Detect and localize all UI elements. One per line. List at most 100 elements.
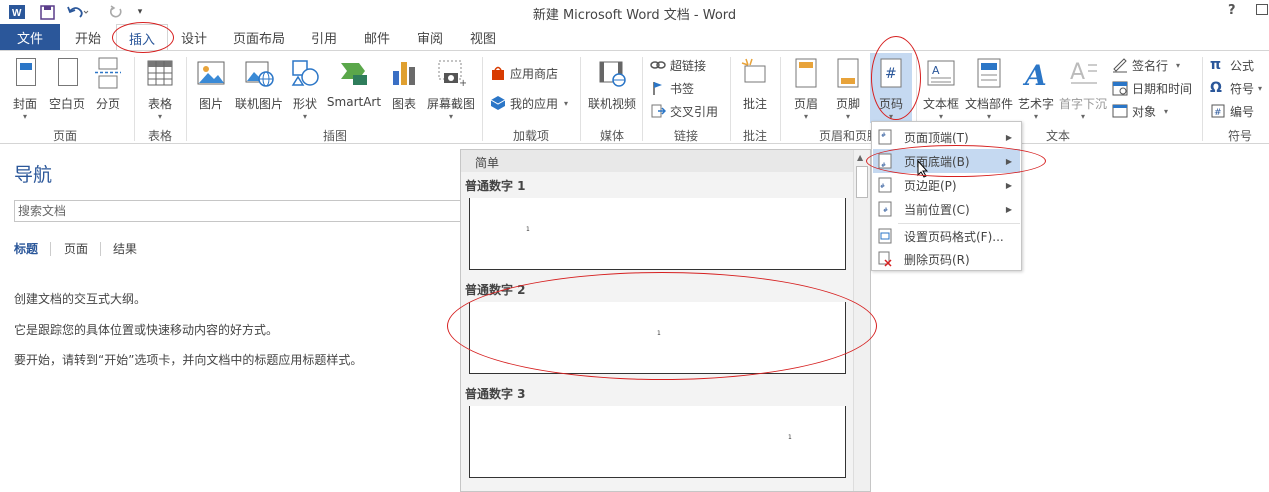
svg-text:#: # — [880, 183, 885, 190]
app-store-button[interactable]: 应用商店 — [490, 63, 558, 83]
symbol-button[interactable]: Ω 符号 ▾ — [1210, 78, 1262, 98]
chart-icon — [389, 57, 419, 89]
nav-tab-pages[interactable]: 页面 — [64, 240, 88, 257]
group-separator — [186, 57, 187, 141]
comment-button[interactable]: 批注 — [736, 53, 774, 123]
object-button[interactable]: 对象 ▾ — [1112, 101, 1168, 121]
group-label-text: 文本 — [1045, 129, 1070, 143]
number-icon: # — [1210, 103, 1226, 119]
hyperlink-button[interactable]: 超链接 — [650, 55, 706, 75]
group-label-illustrations: 插图 — [322, 129, 347, 143]
cross-reference-icon — [650, 103, 667, 119]
chart-button[interactable]: 图表 — [386, 53, 422, 123]
my-apps-icon — [490, 95, 506, 111]
signature-line-button[interactable]: 签名行 ▾ — [1112, 55, 1180, 75]
my-apps-button[interactable]: 我的应用 ▾ — [490, 93, 568, 113]
remove-page-number-icon — [878, 251, 892, 267]
footer-button[interactable]: 页脚 ▾ — [828, 53, 868, 123]
screenshot-button[interactable]: + 屏幕截图 ▾ — [424, 53, 478, 123]
nav-tab-headings[interactable]: 标题 — [14, 240, 38, 257]
quick-parts-button[interactable]: 文档部件 ▾ — [963, 53, 1015, 123]
equation-button[interactable]: π 公式 — [1210, 55, 1254, 75]
smartart-button[interactable]: SmartArt — [326, 53, 382, 123]
page-number-preview: 1 — [788, 434, 792, 441]
tab-view[interactable]: 视图 — [463, 24, 503, 50]
page-number-gallery: 简单 普通数字 1 1 普通数字 2 1 普通数字 3 1 ▲ — [460, 149, 871, 492]
online-picture-button[interactable]: 联机图片 — [232, 53, 286, 123]
help-button[interactable]: ? — [1228, 3, 1236, 18]
page-number-button[interactable]: # 页码 ▾ — [870, 53, 912, 123]
tab-home[interactable]: 开始 — [68, 24, 108, 50]
svg-text:#: # — [881, 132, 886, 139]
group-label-symbols: 符号 — [1227, 129, 1252, 143]
screenshot-icon: + — [436, 57, 467, 89]
group-label-comments: 批注 — [742, 129, 767, 143]
tab-layout[interactable]: 页面布局 — [228, 24, 290, 50]
tab-mailings[interactable]: 邮件 — [357, 24, 397, 50]
group-label-pages: 页面 — [52, 129, 77, 143]
page-break-icon — [93, 57, 123, 89]
picture-button[interactable]: 图片 — [192, 53, 230, 123]
gallery-item-plain-number-3[interactable]: 1 — [469, 406, 846, 478]
nav-hint-line: 它是跟踪您的具体位置或快速移动内容的好方式。 — [14, 323, 279, 337]
bookmark-icon — [650, 80, 666, 96]
menu-item-bottom-of-page[interactable]: # 页面底端(B) ▶ — [873, 149, 1020, 173]
scroll-thumb[interactable] — [856, 166, 868, 198]
window-title: 新建 Microsoft Word 文档 - Word — [532, 8, 737, 23]
scroll-up-icon[interactable]: ▲ — [857, 153, 863, 162]
submenu-arrow-icon: ▶ — [1005, 204, 1012, 214]
bookmark-button[interactable]: 书签 — [650, 78, 694, 98]
nav-tab-results[interactable]: 结果 — [113, 240, 137, 257]
shapes-icon — [290, 57, 320, 89]
page-number-preview: 1 — [526, 226, 530, 233]
table-icon — [145, 57, 175, 89]
drop-cap-button[interactable]: A 首字下沉 ▾ — [1057, 53, 1109, 123]
tab-file[interactable]: 文件 — [0, 24, 60, 50]
current-position-icon: # — [878, 201, 892, 217]
menu-item-remove-page-numbers[interactable]: 删除页码(R) — [873, 247, 1020, 271]
online-video-button[interactable]: 联机视频 — [586, 53, 638, 123]
menu-item-current-position[interactable]: # 当前位置(C) ▶ — [873, 197, 1020, 221]
page-number-icon: # — [876, 57, 906, 89]
table-button[interactable]: 表格 ▾ — [140, 53, 180, 123]
nav-title: 导航 — [14, 164, 53, 186]
cover-page-button[interactable]: 封面 ▾ — [6, 53, 44, 123]
header-button[interactable]: 页眉 ▾ — [786, 53, 826, 123]
datetime-button[interactable]: 日期和时间 — [1112, 78, 1192, 98]
object-icon — [1112, 103, 1128, 119]
link-icon — [650, 57, 666, 73]
tab-references[interactable]: 引用 — [304, 24, 344, 50]
tab-review[interactable]: 审阅 — [410, 24, 450, 50]
blank-page-button[interactable]: 空白页 — [46, 53, 88, 123]
drop-cap-icon: A — [1068, 57, 1098, 89]
svg-text:#: # — [883, 207, 888, 214]
tab-design[interactable]: 设计 — [174, 24, 214, 50]
gallery-scrollbar[interactable]: ▲ — [853, 150, 870, 491]
gallery-item-plain-number-1[interactable]: 1 — [469, 198, 846, 270]
smartart-icon — [339, 57, 369, 89]
tab-insert[interactable]: 插入 — [116, 24, 168, 51]
title-bar: W ▾ 新建 Microsoft Word 文档 - Word ? — [0, 0, 1269, 24]
page-break-button[interactable]: 分页 — [90, 53, 126, 123]
menu-item-top-of-page[interactable]: # 页面顶端(T) ▶ — [873, 125, 1020, 149]
comment-icon — [740, 57, 770, 89]
restore-icon[interactable] — [1256, 4, 1268, 15]
blank-page-icon — [52, 57, 82, 89]
group-separator — [780, 57, 781, 141]
picture-icon — [196, 57, 226, 89]
textbox-button[interactable]: A 文本框 ▾ — [920, 53, 962, 123]
cross-reference-button[interactable]: 交叉引用 — [650, 101, 718, 121]
menu-item-format-page-numbers[interactable]: 设置页码格式(F)... — [873, 224, 1020, 248]
mouse-cursor-icon — [917, 159, 929, 181]
gallery-item-plain-number-2[interactable]: 1 — [469, 302, 846, 374]
wordart-button[interactable]: A 艺术字 ▾ — [1016, 53, 1056, 123]
search-input[interactable] — [14, 200, 464, 222]
number-button[interactable]: # 编号 — [1210, 101, 1254, 121]
group-separator — [1202, 57, 1203, 141]
page-top-icon: # — [878, 129, 892, 145]
shapes-button[interactable]: 形状 ▾ — [288, 53, 322, 123]
nav-hint-line: 要开始，请转到“开始”选项卡，并向文档中的标题应用标题样式。 — [14, 353, 363, 367]
group-separator — [482, 57, 483, 141]
menu-item-page-margins[interactable]: # 页边距(P) ▶ — [873, 173, 1020, 197]
group-label-links: 链接 — [673, 129, 698, 143]
